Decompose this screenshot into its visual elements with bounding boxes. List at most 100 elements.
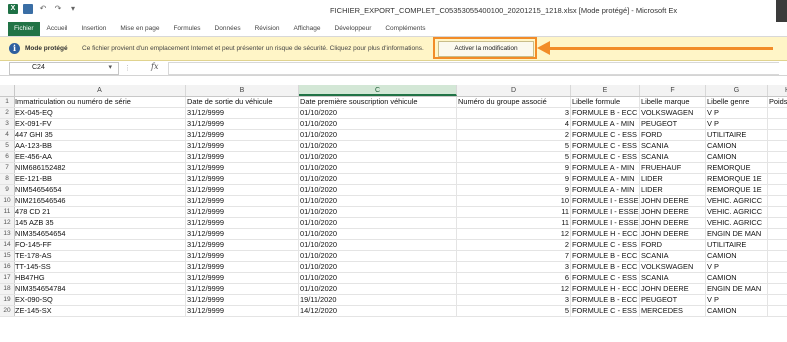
row-number[interactable]: 19 xyxy=(0,295,15,305)
cell-poids[interactable] xyxy=(768,163,787,173)
cell-libelle-genre[interactable]: VEHIC. AGRICC xyxy=(706,218,768,228)
cell-immatriculation[interactable]: EX-091-FV xyxy=(14,119,186,129)
column-title-immatriculation[interactable]: Immatriculation ou numéro de série xyxy=(14,97,186,107)
cell-immatriculation[interactable]: NIM354654654 xyxy=(14,229,186,239)
cell-poids[interactable] xyxy=(768,207,787,217)
row-number[interactable]: 11 xyxy=(0,207,15,217)
redo-icon[interactable]: ↷ xyxy=(53,4,63,14)
column-title-libelle-genre[interactable]: Libelle genre xyxy=(706,97,768,107)
cell-libelle-marque[interactable]: JOHN DEERE xyxy=(640,196,706,206)
cell-date-souscription[interactable]: 01/10/2020 xyxy=(299,218,457,228)
cell-poids[interactable] xyxy=(768,141,787,151)
row-number[interactable]: 20 xyxy=(0,306,15,316)
row-number[interactable]: 10 xyxy=(0,196,15,206)
cell-immatriculation[interactable]: 478 CD 21 xyxy=(14,207,186,217)
cell-date-souscription[interactable]: 01/10/2020 xyxy=(299,185,457,195)
tab-complements[interactable]: Compléments xyxy=(378,22,432,36)
cell-libelle-formule[interactable]: FORMULE H - ECC xyxy=(571,229,640,239)
cell-libelle-formule[interactable]: FORMULE B - ECC xyxy=(571,251,640,261)
cell-numero-groupe[interactable]: 5 xyxy=(457,152,571,162)
cell-date-souscription[interactable]: 14/12/2020 xyxy=(299,306,457,316)
tab-developpeur[interactable]: Développeur xyxy=(328,22,379,36)
customize-toolbar-icon[interactable]: ▾ xyxy=(68,4,78,14)
cell-numero-groupe[interactable]: 3 xyxy=(457,262,571,272)
cell-libelle-marque[interactable]: LIDER xyxy=(640,185,706,195)
cell-libelle-marque[interactable]: VOLKSWAGEN xyxy=(640,108,706,118)
column-header-b[interactable]: B xyxy=(186,85,299,96)
cell-immatriculation[interactable]: NIM686152482 xyxy=(14,163,186,173)
cell-libelle-formule[interactable]: FORMULE B - ECC xyxy=(571,108,640,118)
cell-libelle-marque[interactable]: MERCEDES xyxy=(640,306,706,316)
cell-numero-groupe[interactable]: 9 xyxy=(457,163,571,173)
row-number[interactable]: 1 xyxy=(0,97,15,107)
cell-date-sortie[interactable]: 31/12/9999 xyxy=(186,141,299,151)
cell-poids[interactable] xyxy=(768,196,787,206)
row-number[interactable]: 14 xyxy=(0,240,15,250)
select-all-corner[interactable] xyxy=(0,85,15,96)
cell-date-souscription[interactable]: 01/10/2020 xyxy=(299,141,457,151)
cell-date-souscription[interactable]: 01/10/2020 xyxy=(299,251,457,261)
column-title-numero-groupe[interactable]: Numéro du groupe associé xyxy=(457,97,571,107)
cell-numero-groupe[interactable]: 9 xyxy=(457,174,571,184)
cell-date-sortie[interactable]: 31/12/9999 xyxy=(186,240,299,250)
cell-numero-groupe[interactable]: 11 xyxy=(457,218,571,228)
cell-date-souscription[interactable]: 19/11/2020 xyxy=(299,295,457,305)
cell-poids[interactable] xyxy=(768,229,787,239)
cell-immatriculation[interactable]: TT-145-SS xyxy=(14,262,186,272)
cell-libelle-formule[interactable]: FORMULE I - ESSE xyxy=(571,218,640,228)
cell-immatriculation[interactable]: NIM354654784 xyxy=(14,284,186,294)
cell-libelle-genre[interactable]: CAMION xyxy=(706,141,768,151)
cell-libelle-formule[interactable]: FORMULE C - ESS xyxy=(571,152,640,162)
cell-date-sortie[interactable]: 31/12/9999 xyxy=(186,196,299,206)
cell-libelle-marque[interactable]: LIDER xyxy=(640,174,706,184)
cell-libelle-genre[interactable]: V P xyxy=(706,108,768,118)
column-title-libelle-formule[interactable]: Libelle formule xyxy=(571,97,640,107)
cell-poids[interactable] xyxy=(768,273,787,283)
cell-numero-groupe[interactable]: 4 xyxy=(457,119,571,129)
tab-formules[interactable]: Formules xyxy=(166,22,207,36)
cell-libelle-formule[interactable]: FORMULE C - ESS xyxy=(571,141,640,151)
cell-poids[interactable] xyxy=(768,119,787,129)
cell-date-souscription[interactable]: 01/10/2020 xyxy=(299,130,457,140)
cell-immatriculation[interactable]: HB47HG xyxy=(14,273,186,283)
column-header-e[interactable]: E xyxy=(571,85,640,96)
row-number[interactable]: 3 xyxy=(0,119,15,129)
protected-view-message[interactable]: Ce fichier provient d'un emplacement Int… xyxy=(82,45,424,52)
column-title-date-sortie[interactable]: Date de sortie du véhicule xyxy=(186,97,299,107)
cell-date-souscription[interactable]: 01/10/2020 xyxy=(299,207,457,217)
cell-libelle-genre[interactable]: CAMION xyxy=(706,152,768,162)
cell-poids[interactable] xyxy=(768,306,787,316)
cell-libelle-marque[interactable]: FORD xyxy=(640,130,706,140)
cell-libelle-genre[interactable]: REMORQUE 1E xyxy=(706,174,768,184)
cell-immatriculation[interactable]: EX-090-SQ xyxy=(14,295,186,305)
row-number[interactable]: 9 xyxy=(0,185,15,195)
column-title-poids[interactable]: Poids xyxy=(768,97,787,107)
cell-poids[interactable] xyxy=(768,108,787,118)
row-number[interactable]: 16 xyxy=(0,262,15,272)
cell-numero-groupe[interactable]: 2 xyxy=(457,240,571,250)
cell-libelle-marque[interactable]: JOHN DEERE xyxy=(640,218,706,228)
cell-libelle-genre[interactable]: CAMION xyxy=(706,273,768,283)
cell-immatriculation[interactable]: NIM54654654 xyxy=(14,185,186,195)
cell-date-sortie[interactable]: 31/12/9999 xyxy=(186,108,299,118)
cell-libelle-marque[interactable]: SCANIA xyxy=(640,251,706,261)
tab-fichier[interactable]: Fichier xyxy=(8,22,40,36)
cell-numero-groupe[interactable]: 11 xyxy=(457,207,571,217)
cell-poids[interactable] xyxy=(768,152,787,162)
cell-libelle-genre[interactable]: VEHIC. AGRICC xyxy=(706,207,768,217)
cell-immatriculation[interactable]: AA-123-BB xyxy=(14,141,186,151)
save-icon[interactable] xyxy=(23,4,33,14)
column-header-d[interactable]: D xyxy=(457,85,571,96)
cell-poids[interactable] xyxy=(768,130,787,140)
column-header-f[interactable]: F xyxy=(640,85,706,96)
cell-date-souscription[interactable]: 01/10/2020 xyxy=(299,108,457,118)
tab-revision[interactable]: Révision xyxy=(248,22,287,36)
enable-editing-button[interactable]: Activer la modification xyxy=(438,41,534,57)
cell-immatriculation[interactable]: 447 GHI 35 xyxy=(14,130,186,140)
cell-date-sortie[interactable]: 31/12/9999 xyxy=(186,218,299,228)
cell-numero-groupe[interactable]: 12 xyxy=(457,229,571,239)
cell-libelle-genre[interactable]: VEHIC. AGRICC xyxy=(706,196,768,206)
cell-libelle-marque[interactable]: SCANIA xyxy=(640,152,706,162)
cell-libelle-marque[interactable]: FORD xyxy=(640,240,706,250)
cell-date-sortie[interactable]: 31/12/9999 xyxy=(186,207,299,217)
